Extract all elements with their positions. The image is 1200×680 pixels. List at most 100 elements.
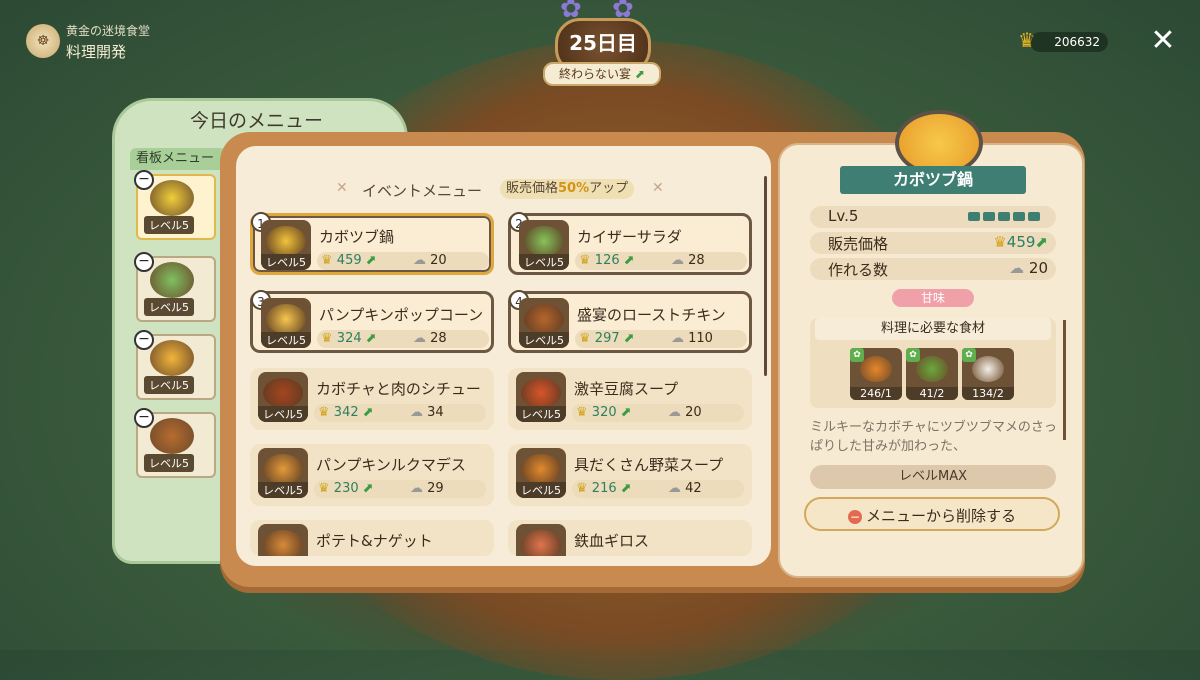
- restaurant-logo-icon: ☸: [26, 24, 60, 58]
- menu-card[interactable]: 4レベル5盛宴のローストチキン♛ 297⬈☁ 110: [508, 290, 752, 353]
- menu-card[interactable]: 3レベル5パンプキンポップコーン♛ 324⬈☁ 28: [250, 290, 494, 353]
- today-menu-slot[interactable]: − レベル5: [134, 252, 216, 322]
- price-value: 216: [591, 481, 617, 496]
- dish-title: カボツブ鍋: [840, 166, 1026, 194]
- count: ☁ 42: [668, 480, 702, 498]
- badge-percent: 50%: [558, 181, 590, 196]
- price-value: 459: [336, 253, 362, 268]
- dish-image: [263, 454, 303, 484]
- dish-thumbnail: レベル5: [258, 448, 308, 498]
- remove-from-menu-button[interactable]: − メニューから削除する: [804, 497, 1060, 531]
- dish-name: 具だくさん野菜スープ: [574, 456, 724, 474]
- level-badge: レベル5: [144, 454, 194, 472]
- count: ☁ 110: [671, 330, 713, 348]
- flavor-tag: 甘味: [892, 289, 974, 307]
- gold-coin-icon: ♛: [993, 233, 1007, 251]
- price-value: 459: [1006, 233, 1036, 251]
- dish-name: ポテト&ナゲット: [316, 532, 433, 550]
- chef-hat-icon: ☁: [668, 481, 681, 496]
- count-value: 34: [427, 405, 444, 420]
- remove-label: メニューから削除する: [865, 507, 1016, 525]
- today-menu-slot[interactable]: − レベル5: [134, 408, 216, 478]
- dish-name: パンプキンポップコーン: [319, 306, 484, 324]
- price-value: 297: [594, 331, 620, 346]
- count: ☁ 20: [413, 252, 447, 270]
- level-badge: レベル5: [261, 254, 311, 270]
- coin-counter: 206632: [1030, 32, 1108, 52]
- price-label: 販売価格: [828, 235, 889, 253]
- dish-stats: ♛ 126 ⬈ ☁ 28: [575, 252, 747, 270]
- dish-name: カボツブ鍋: [319, 228, 395, 246]
- ingredient-cream[interactable]: ✿ 134/2: [962, 348, 1014, 400]
- dish-name: 盛宴のローストチキン: [577, 306, 726, 324]
- dish-thumbnail: レベル5: [261, 220, 311, 270]
- price-value: 324: [336, 331, 362, 346]
- dish-stats: ♛ 459 ⬈ ☁ 20: [317, 252, 489, 270]
- price-value: 126: [594, 253, 620, 268]
- count-value: 20: [1028, 259, 1048, 277]
- gold-coin-icon: ♛: [579, 253, 591, 268]
- count-value: 28: [688, 253, 705, 268]
- menu-card[interactable]: 鉄血ギロス: [508, 520, 752, 556]
- chef-hat-icon: ☁: [1009, 259, 1025, 277]
- count: ☁ 28: [413, 330, 447, 348]
- chef-hat-icon: ☁: [668, 405, 681, 420]
- event-bonus-badge: 販売価格50%アップ: [500, 179, 635, 199]
- menu-card[interactable]: レベル5 パンプキンルクマデス ♛ 230 ⬈ ☁ 29: [250, 444, 494, 506]
- gold-coin-icon: ♛: [321, 253, 333, 268]
- dish-thumbnail: レベル5: [516, 448, 566, 498]
- count-value: 28: [430, 331, 447, 346]
- count-row: 作れる数 ☁ 20: [810, 258, 1056, 280]
- minus-icon[interactable]: −: [134, 252, 154, 272]
- dish-name: 鉄血ギロス: [574, 532, 650, 550]
- dish-name: カイザーサラダ: [577, 228, 682, 246]
- dish-image: [150, 262, 194, 298]
- brand-main: 料理開発: [66, 43, 127, 61]
- dish-stats: ♛ 342 ⬈ ☁ 34: [314, 404, 486, 422]
- level-badge: レベル5: [144, 376, 194, 394]
- brand-sub: 黄金の迷境食堂: [66, 24, 151, 38]
- level-badge: レベル5: [144, 216, 194, 234]
- minus-icon: −: [847, 510, 862, 524]
- today-menu-slot[interactable]: − レベル5: [134, 330, 216, 400]
- menu-card[interactable]: レベル5 カボチャと肉のシチュー ♛ 342 ⬈ ☁ 34: [250, 368, 494, 430]
- menu-card[interactable]: 1レベル5カボツブ鍋♛ 459⬈☁ 20: [250, 212, 494, 275]
- signature-menu-tab[interactable]: 看板メニュー: [130, 148, 226, 170]
- menu-card[interactable]: 2レベル5カイザーサラダ♛ 126⬈☁ 28: [508, 212, 752, 275]
- close-button[interactable]: ✕: [1148, 26, 1178, 56]
- dish-stats: ♛ 324 ⬈ ☁ 28: [317, 330, 489, 348]
- level-max-bar: レベルMAX: [810, 465, 1056, 489]
- dish-thumbnail: [258, 524, 308, 556]
- price: ♛ 297 ⬈: [579, 330, 635, 348]
- dish-description: ミルキーなカボチャにツブツブマメのさっぱりした甘みが加わった、: [810, 420, 1057, 454]
- dish-thumbnail: レベル5: [258, 372, 308, 422]
- ingredient-green-beans[interactable]: ✿ 41/2: [906, 348, 958, 400]
- price-value-wrap: ♛459⬈: [993, 233, 1048, 251]
- minus-icon[interactable]: −: [134, 408, 154, 428]
- price: ♛ 342 ⬈: [318, 404, 374, 422]
- minus-icon[interactable]: −: [134, 330, 154, 350]
- dish-thumbnail: レベル5: [519, 220, 569, 270]
- dish-thumbnail: レベル5: [519, 298, 569, 348]
- minus-icon[interactable]: −: [134, 170, 154, 190]
- up-arrow-icon: ⬈: [362, 405, 374, 420]
- count-value: 20: [430, 253, 447, 268]
- menu-card[interactable]: ポテト&ナゲット: [250, 520, 494, 556]
- dish-image: [524, 304, 564, 334]
- level-badge: レベル5: [516, 406, 566, 422]
- today-menu-title: 今日のメニュー: [190, 110, 324, 132]
- dish-stats: ♛ 320 ⬈ ☁ 20: [572, 404, 744, 422]
- today-menu-slot[interactable]: − レベル5: [134, 170, 216, 240]
- chef-hat-icon: ☁: [671, 331, 684, 346]
- level-badge: レベル5: [144, 298, 194, 316]
- gold-coin-icon: ♛: [576, 481, 588, 496]
- chef-hat-icon: ☁: [410, 481, 423, 496]
- menu-scrollbar[interactable]: [764, 176, 767, 376]
- ingredient-count: 134/2: [962, 387, 1014, 400]
- ingredient-pumpkin[interactable]: ✿ 246/1: [850, 348, 902, 400]
- menu-card[interactable]: レベル5 具だくさん野菜スープ ♛ 216 ⬈ ☁ 42: [508, 444, 752, 506]
- count-label: 作れる数: [828, 261, 889, 279]
- level-badge: レベル5: [519, 332, 569, 348]
- menu-card[interactable]: レベル5 激辛豆腐スープ ♛ 320 ⬈ ☁ 20: [508, 368, 752, 430]
- up-arrow-icon: ⬈: [365, 331, 377, 346]
